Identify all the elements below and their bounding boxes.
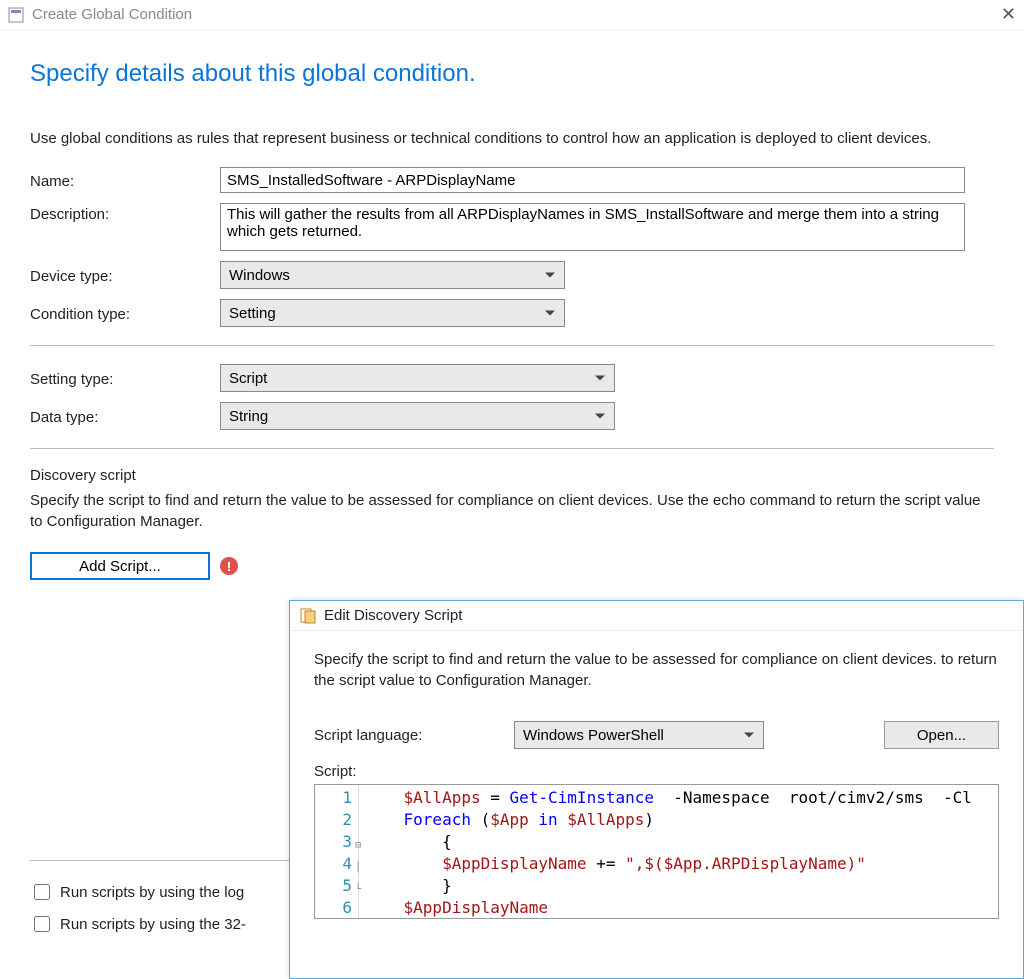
- dialog-body: Specify details about this global condit…: [0, 30, 1024, 580]
- discovery-title: Discovery script: [30, 467, 994, 484]
- nested-titlebar: Edit Discovery Script: [290, 601, 1023, 631]
- condition-type-select[interactable]: Setting: [220, 299, 565, 327]
- label-condition-type: Condition type:: [30, 303, 220, 323]
- open-script-button[interactable]: Open...: [884, 721, 999, 749]
- script-icon: [300, 608, 316, 624]
- description-input[interactable]: [220, 203, 965, 251]
- nested-body: Specify the script to find and return th…: [290, 631, 1023, 919]
- label-device-type: Device type:: [30, 265, 220, 285]
- label-setting-type: Setting type:: [30, 368, 220, 388]
- label-script-language: Script language:: [314, 727, 514, 744]
- discovery-desc: Specify the script to find and return th…: [30, 490, 994, 532]
- checkbox-32bit[interactable]: [34, 916, 50, 932]
- checkbox-group: Run scripts by using the log Run scripts…: [30, 860, 290, 945]
- nested-intro: Specify the script to find and return th…: [314, 649, 999, 691]
- divider: [30, 345, 994, 346]
- row-setting-type: Setting type: Script: [30, 364, 994, 392]
- row-description: Description:: [30, 203, 994, 251]
- checkbox-logged-on[interactable]: [34, 884, 50, 900]
- label-data-type: Data type:: [30, 406, 220, 426]
- label-description: Description:: [30, 203, 220, 223]
- app-icon: [8, 7, 24, 23]
- script-editor[interactable]: 1 2 3 4 5 6 ⊟│└ $AllApps = Get-CimInstan…: [314, 784, 999, 919]
- add-script-button[interactable]: Add Script...: [30, 552, 210, 580]
- window-title: Create Global Condition: [32, 6, 976, 23]
- warning-icon: !: [220, 557, 238, 575]
- checkbox-32bit-label: Run scripts by using the 32-: [60, 916, 246, 933]
- row-data-type: Data type: String: [30, 402, 994, 430]
- check-32bit: Run scripts by using the 32-: [30, 913, 290, 935]
- edit-discovery-script-dialog: Edit Discovery Script Specify the script…: [289, 600, 1024, 979]
- close-icon[interactable]: ✕: [976, 4, 1016, 25]
- label-script: Script:: [314, 763, 999, 780]
- fold-icon[interactable]: ⊟│└: [352, 835, 364, 879]
- checkbox-logged-on-label: Run scripts by using the log: [60, 884, 244, 901]
- row-name: Name:: [30, 167, 994, 193]
- add-script-row: Add Script... !: [30, 552, 994, 580]
- setting-type-select[interactable]: Script: [220, 364, 615, 392]
- device-type-select[interactable]: Windows: [220, 261, 565, 289]
- script-content[interactable]: $AllApps = Get-CimInstance -Namespace ro…: [359, 785, 998, 918]
- row-condition-type: Condition type: Setting: [30, 299, 994, 327]
- label-name: Name:: [30, 170, 220, 190]
- page-intro: Use global conditions as rules that repr…: [30, 128, 994, 149]
- row-device-type: Device type: Windows: [30, 261, 994, 289]
- titlebar: Create Global Condition ✕: [0, 0, 1024, 30]
- divider-2: [30, 448, 994, 449]
- row-script-language: Script language: Windows PowerShell Open…: [314, 721, 999, 749]
- line-numbers: 1 2 3 4 5 6 ⊟│└: [315, 785, 359, 918]
- nested-title: Edit Discovery Script: [324, 607, 462, 624]
- name-input[interactable]: [220, 167, 965, 193]
- data-type-select[interactable]: String: [220, 402, 615, 430]
- page-heading: Specify details about this global condit…: [30, 60, 994, 88]
- script-language-select[interactable]: Windows PowerShell: [514, 721, 764, 749]
- check-logged-on: Run scripts by using the log: [30, 881, 290, 903]
